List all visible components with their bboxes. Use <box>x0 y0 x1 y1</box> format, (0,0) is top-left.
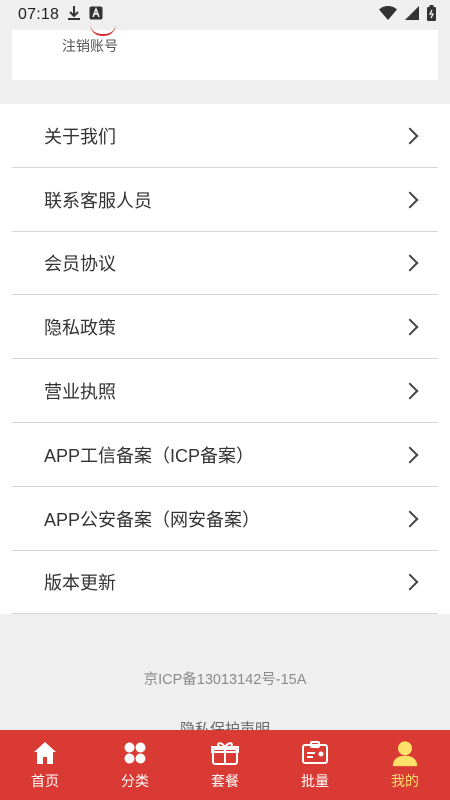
tab-mine[interactable]: 我的 <box>360 730 450 800</box>
tab-package[interactable]: 套餐 <box>180 730 270 800</box>
id-card-icon <box>301 739 329 767</box>
tab-label: 我的 <box>391 773 419 789</box>
chevron-right-icon <box>401 382 419 400</box>
tab-label: 首页 <box>31 773 59 789</box>
settings-menu: 关于我们 联系客服人员 会员协议 隐私政策 营业执照 APP工信备案（ICP备案… <box>0 104 450 615</box>
menu-item-privacy-policy[interactable]: 隐私政策 <box>0 295 450 360</box>
cancel-account-icon <box>90 24 116 36</box>
home-icon <box>31 739 59 767</box>
menu-item-police-filing[interactable]: APP公安备案（网安备案） <box>0 487 450 551</box>
battery-icon <box>427 5 436 25</box>
signal-icon <box>405 6 419 24</box>
menu-item-label: 联系客服人员 <box>44 190 152 211</box>
cancel-account-button[interactable]: 注销账号 <box>62 36 118 56</box>
menu-item-label: 隐私政策 <box>44 318 116 339</box>
tab-home[interactable]: 首页 <box>0 730 90 800</box>
chevron-right-icon <box>401 254 419 272</box>
download-icon <box>67 5 81 25</box>
menu-item-label: APP工信备案（ICP备案） <box>44 445 255 466</box>
menu-item-label: 会员协议 <box>44 254 116 275</box>
menu-item-business-license[interactable]: 营业执照 <box>0 359 450 423</box>
wifi-icon <box>379 6 397 24</box>
menu-item-version-update[interactable]: 版本更新 <box>0 551 450 615</box>
tab-bulk[interactable]: 批量 <box>270 730 360 800</box>
tab-label: 分类 <box>121 773 149 789</box>
chevron-right-icon <box>401 510 419 528</box>
gift-icon <box>211 739 239 767</box>
app-badge-icon <box>89 6 103 24</box>
menu-item-contact-service[interactable]: 联系客服人员 <box>0 168 450 232</box>
divider <box>12 613 438 615</box>
menu-item-icp-filing[interactable]: APP工信备案（ICP备案） <box>0 423 450 487</box>
status-bar: 07:18 <box>0 0 450 30</box>
account-card: 注销账号 <box>12 30 438 80</box>
menu-item-label: APP公安备案（网安备案） <box>44 509 261 530</box>
user-icon <box>391 739 419 767</box>
chevron-right-icon <box>401 191 419 209</box>
chevron-right-icon <box>401 573 419 591</box>
chevron-right-icon <box>401 318 419 336</box>
menu-item-label: 关于我们 <box>44 126 116 147</box>
chevron-right-icon <box>401 446 419 464</box>
menu-item-label: 版本更新 <box>44 573 116 594</box>
tab-label: 批量 <box>301 773 329 789</box>
status-time: 07:18 <box>18 6 60 23</box>
category-icon <box>121 739 149 767</box>
menu-item-member-agreement[interactable]: 会员协议 <box>0 232 450 296</box>
tab-label: 套餐 <box>211 773 239 789</box>
menu-item-about[interactable]: 关于我们 <box>0 104 450 168</box>
menu-item-label: 营业执照 <box>44 382 116 403</box>
icp-number: 京ICP备13013142号-15A <box>143 672 307 688</box>
tab-category[interactable]: 分类 <box>90 730 180 800</box>
bottom-tab-bar: 首页 分类 套餐 批量 我的 <box>0 730 450 800</box>
chevron-right-icon <box>401 127 419 145</box>
